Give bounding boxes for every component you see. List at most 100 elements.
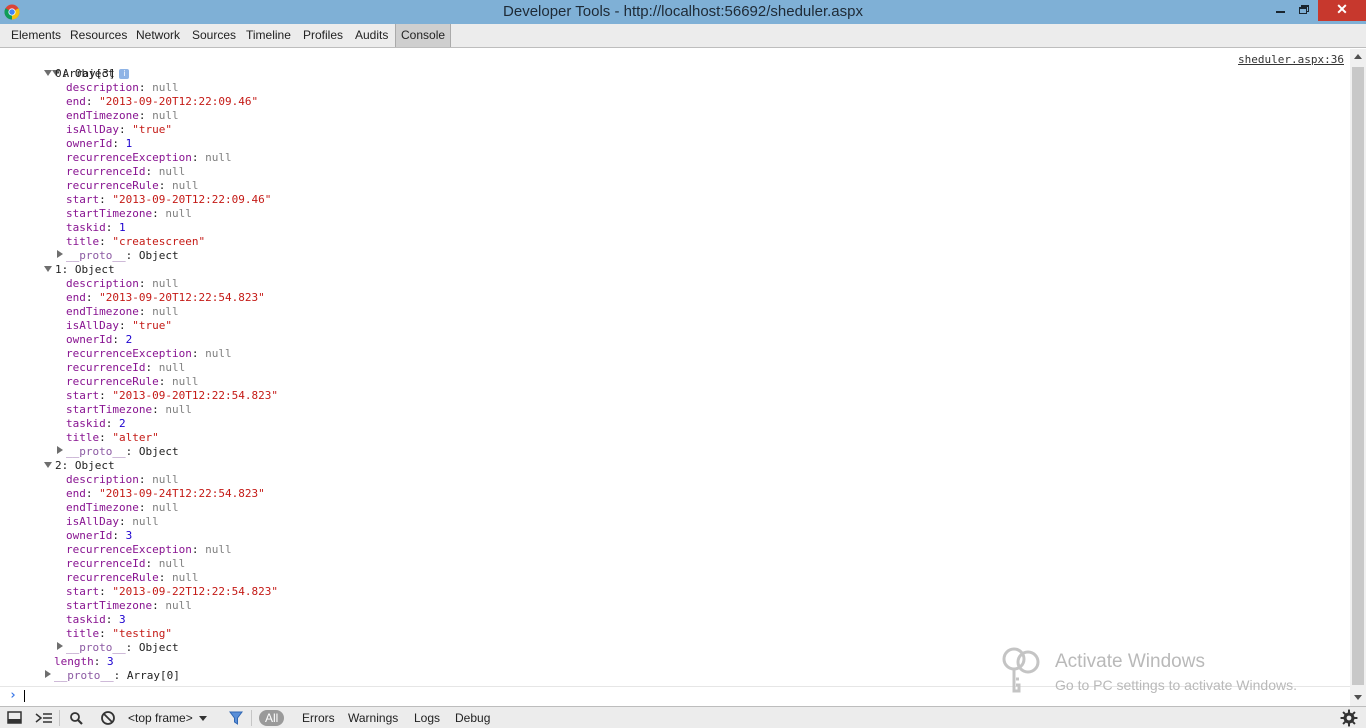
settings-gear-icon[interactable] <box>1340 709 1358 727</box>
expanded-triangle-icon[interactable] <box>44 70 52 76</box>
scroll-thumb[interactable] <box>1352 67 1364 685</box>
filter-warnings[interactable]: Warnings <box>344 710 402 726</box>
property-row: title: "createscreen" <box>66 235 206 248</box>
filter-debug[interactable]: Debug <box>451 710 494 726</box>
tab-audits[interactable]: Audits <box>350 24 393 47</box>
activate-windows-watermark: Activate Windows Go to PC settings to ac… <box>1000 645 1340 695</box>
show-drawer-icon[interactable] <box>33 710 55 726</box>
property-value: null <box>152 473 179 486</box>
object-row[interactable]: 1: Object <box>44 263 115 277</box>
collapsed-triangle-icon[interactable] <box>57 446 63 454</box>
tab-sources[interactable]: Sources <box>187 24 241 47</box>
property-row: startTimezone: null <box>66 403 192 416</box>
property-row: recurrenceRule: null <box>66 375 199 388</box>
property-key: start <box>66 193 100 206</box>
property-value: null <box>132 515 159 528</box>
object-row[interactable]: 2: Object <box>44 459 115 473</box>
object-row[interactable]: 0: Object <box>44 67 115 81</box>
scroll-up-button[interactable] <box>1350 49 1366 65</box>
collapsed-triangle-icon[interactable] <box>57 642 63 650</box>
proto-row[interactable]: __proto__: Object <box>56 641 179 655</box>
property-value: null <box>158 557 186 570</box>
tab-timeline[interactable]: Timeline <box>241 24 296 47</box>
restore-button[interactable] <box>1290 0 1318 20</box>
search-icon[interactable] <box>66 710 88 726</box>
tab-network[interactable]: Network <box>131 24 185 47</box>
property-key: startTimezone <box>66 207 153 220</box>
property-key: description <box>66 473 139 486</box>
property-key: title <box>66 431 100 444</box>
tab-profiles[interactable]: Profiles <box>298 24 348 47</box>
source-link[interactable]: sheduler.aspx:36 <box>1238 53 1344 66</box>
filter-logs[interactable]: Logs <box>410 710 444 726</box>
filter-icon[interactable] <box>225 710 247 726</box>
proto-value: Object <box>138 445 179 458</box>
property-row: endTimezone: null <box>66 109 179 122</box>
property-key: title <box>66 627 100 640</box>
watermark-title: Activate Windows <box>1055 651 1205 672</box>
property-row: recurrenceException: null <box>66 543 232 556</box>
property-value: 1 <box>119 221 126 234</box>
property-value: "true" <box>132 123 172 136</box>
property-key: recurrenceId <box>66 361 146 374</box>
clear-console-icon[interactable] <box>97 710 119 726</box>
property-value: 2 <box>125 333 133 346</box>
property-row: startTimezone: null <box>66 207 192 220</box>
length-row: length: 3 <box>54 655 114 668</box>
property-key: recurrenceRule <box>66 375 159 388</box>
scroll-down-button[interactable] <box>1350 690 1366 706</box>
property-key: description <box>66 81 139 94</box>
property-key: ownerId <box>66 137 113 150</box>
property-value: null <box>205 543 232 556</box>
property-value: null <box>158 165 186 178</box>
proto-key: __proto__ <box>66 641 126 654</box>
collapsed-triangle-icon[interactable] <box>57 250 63 258</box>
property-key: taskid <box>66 221 106 234</box>
property-row: ownerId: 1 <box>66 137 133 150</box>
property-value: null <box>152 109 179 122</box>
array-proto-row[interactable]: __proto__: Array[0] <box>44 669 180 683</box>
property-key: recurrenceRule <box>66 571 159 584</box>
property-key: recurrenceId <box>66 165 146 178</box>
object-label: 1: Object <box>55 263 115 276</box>
property-value: "2013-09-20T12:22:09.46" <box>99 95 259 108</box>
property-row: end: "2013-09-20T12:22:09.46" <box>66 95 259 108</box>
property-key: recurrenceException <box>66 543 192 556</box>
property-key: startTimezone <box>66 599 153 612</box>
property-value: "alter" <box>112 431 159 444</box>
array-row[interactable]: Array[3] i <box>25 53 130 80</box>
frame-select[interactable]: <top frame> <box>128 709 208 727</box>
info-icon[interactable]: i <box>119 69 130 79</box>
dock-icon[interactable] <box>4 710 26 726</box>
collapsed-triangle-icon[interactable] <box>45 670 51 678</box>
property-value: "2013-09-20T12:22:54.823" <box>99 291 265 304</box>
proto-row[interactable]: __proto__: Object <box>56 249 179 263</box>
property-key: recurrenceException <box>66 151 192 164</box>
property-value: null <box>152 501 179 514</box>
close-button[interactable]: ✕ <box>1318 0 1366 21</box>
property-value: 1 <box>125 137 133 150</box>
proto-value: Object <box>138 641 179 654</box>
tab-elements[interactable]: Elements <box>6 24 66 47</box>
property-key: recurrenceRule <box>66 179 159 192</box>
tab-console[interactable]: Console <box>395 24 452 47</box>
filter-errors[interactable]: Errors <box>298 710 339 726</box>
vertical-scrollbar[interactable] <box>1350 49 1366 706</box>
property-value: "2013-09-20T12:22:09.46" <box>112 193 272 206</box>
console-output: sheduler.aspx:36 Array[3] i 0: Object desc… <box>0 49 1350 706</box>
filter-all[interactable]: All <box>259 710 285 726</box>
property-key: ownerId <box>66 529 113 542</box>
property-row: recurrenceId: null <box>66 361 186 374</box>
property-value: null <box>171 179 199 192</box>
expanded-triangle-icon[interactable] <box>44 462 52 468</box>
property-value: 3 <box>119 613 126 626</box>
panel-tabbar: Elements Resources Network Sources Timel… <box>0 24 1366 48</box>
tab-resources[interactable]: Resources <box>65 24 132 47</box>
property-key: isAllDay <box>66 515 119 528</box>
property-value: "2013-09-20T12:22:54.823" <box>112 389 278 402</box>
proto-value: Array[0] <box>126 669 180 682</box>
property-key: isAllDay <box>66 123 119 136</box>
expanded-triangle-icon[interactable] <box>44 266 52 272</box>
property-value: null <box>165 207 192 220</box>
proto-row[interactable]: __proto__: Object <box>56 445 179 459</box>
